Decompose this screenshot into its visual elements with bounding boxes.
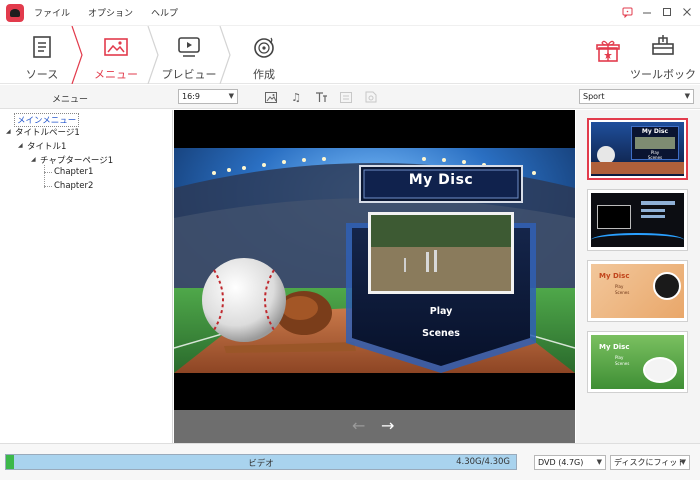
capacity-label: ビデオ (248, 459, 274, 469)
chevron-down-icon: ▼ (684, 92, 690, 100)
minimize-icon[interactable] (640, 5, 654, 19)
menu-panel-title: メニュー (52, 95, 89, 105)
template-photo (653, 272, 681, 300)
menu-tree: メインメニュー ◢ タイトルページ1 ◢ タイトル1 ◢ チャプターページ1 C… (0, 110, 173, 443)
template-line: Play (615, 284, 624, 289)
template-title: My Disc (599, 272, 630, 280)
disc-type-select[interactable]: DVD (4.7G) ▼ (534, 455, 606, 470)
menu-image-icon (104, 38, 128, 56)
disc-menu-play-button[interactable]: Play (364, 306, 518, 317)
step-menu-label: メニュー (94, 68, 138, 81)
title-bar: ファイル オプション ヘルプ (0, 0, 700, 26)
template-title: My Disc (641, 128, 669, 135)
tree-guide (44, 172, 52, 173)
template-ring (591, 233, 684, 247)
template-category-select[interactable]: Sport ▼ (579, 89, 694, 104)
template-thumb-3[interactable]: My Disc Play Scenes (587, 260, 688, 322)
next-page-arrow-icon[interactable]: → (381, 418, 394, 434)
step-create[interactable]: 作成 (228, 26, 300, 84)
template-category-value: Sport (583, 92, 605, 101)
template-bar (641, 201, 675, 205)
menu-preview: My Disc Play Scenes (174, 110, 575, 410)
gift-icon[interactable] (595, 38, 621, 64)
background-image-icon[interactable] (264, 90, 278, 104)
step-source-label: ソース (25, 68, 59, 81)
tree-item-chapter-page-1[interactable]: チャプターページ1 (40, 154, 113, 166)
template-bar (641, 215, 665, 218)
step-source[interactable]: ソース (6, 26, 78, 84)
template-video (597, 205, 631, 229)
disc-menu-scenes-button[interactable]: Scenes (364, 328, 518, 339)
template-preview: My Disc Play Scenes (591, 335, 684, 389)
template-list: My Disc Play Scenes My Disc Play Scenes … (576, 110, 700, 443)
template-thumb-2[interactable] (587, 189, 688, 251)
close-icon[interactable] (680, 5, 694, 19)
tree-guide (44, 165, 45, 188)
chevron-down-icon: ▼ (596, 458, 602, 466)
expand-triangle-icon[interactable]: ◢ (6, 128, 11, 135)
template-photo (643, 357, 677, 383)
comment-icon[interactable] (620, 5, 634, 19)
template-line: Scenes (615, 290, 630, 295)
aspect-ratio-select[interactable]: 16:9 ▼ (178, 89, 238, 104)
chevron-down-icon: ▼ (228, 92, 234, 100)
disc-capacity-bar: ビデオ 4.30G/4.30G (5, 454, 517, 470)
source-doc-icon (33, 36, 51, 58)
maximize-icon[interactable] (660, 5, 674, 19)
menu-help[interactable]: ヘルプ (151, 6, 178, 19)
step-preview[interactable]: プレビュー (153, 26, 225, 84)
template-bar (641, 209, 665, 212)
disc-menu-title[interactable]: My Disc (364, 172, 518, 188)
template-title: My Disc (599, 343, 630, 351)
tree-item-main-menu[interactable]: メインメニュー (14, 113, 80, 127)
toolbox-icon (652, 35, 674, 55)
window-controls (620, 5, 694, 19)
step-menu[interactable]: メニュー (80, 26, 152, 84)
layout-icon[interactable] (364, 90, 378, 104)
template-video (635, 137, 675, 149)
tree-item-chapter-1[interactable]: Chapter1 (54, 167, 93, 177)
fit-option-value: ディスクにフィット (614, 458, 686, 467)
preview-nav-bar: ← → (174, 410, 575, 443)
menu-options[interactable]: オプション (88, 6, 133, 19)
template-field (591, 162, 684, 174)
menu-file[interactable]: ファイル (34, 6, 70, 19)
template-thumb-1[interactable]: My Disc Play Scenes (587, 118, 688, 180)
tree-item-title-1[interactable]: タイトル1 (27, 140, 66, 152)
music-note-icon[interactable]: ♫ (289, 90, 303, 104)
status-bar: ビデオ 4.30G/4.30G DVD (4.7G) ▼ ディスクにフィット ▼ (0, 443, 700, 480)
fit-option-select[interactable]: ディスクにフィット ▼ (610, 455, 690, 470)
template-line: Scenes (615, 361, 630, 366)
burn-disc-icon (254, 37, 274, 58)
prev-page-arrow-icon[interactable]: ← (352, 418, 365, 434)
step-create-label: 作成 (253, 68, 275, 81)
text-icon[interactable] (314, 90, 328, 104)
template-preview: My Disc Play Scenes (591, 264, 684, 318)
sub-toolbar: メニュー 16:9 ▼ ♫ Sport ▼ (0, 85, 700, 109)
chapter-icon[interactable] (339, 90, 353, 104)
menu-bar: ファイル オプション ヘルプ (34, 6, 196, 19)
tree-item-chapter-2[interactable]: Chapter2 (54, 181, 93, 191)
template-preview (591, 193, 684, 247)
template-line: Play (615, 355, 624, 360)
disc-menu-stage: My Disc Play Scenes (174, 148, 575, 373)
tree-guide (44, 186, 52, 187)
chevron-down-icon: ▼ (680, 458, 686, 466)
toolbox-button[interactable]: ツールボックス (630, 26, 696, 97)
template-line: Scenes (647, 155, 663, 160)
template-preview: My Disc Play Scenes (591, 122, 684, 176)
disc-type-value: DVD (4.7G) (538, 458, 584, 467)
step-preview-label: プレビュー (161, 68, 217, 81)
expand-triangle-icon[interactable]: ◢ (18, 142, 23, 149)
app-logo-icon (6, 3, 24, 22)
capacity-used: 4.30G/4.30G (456, 457, 510, 467)
preview-play-icon (178, 37, 200, 57)
aspect-ratio-value: 16:9 (182, 92, 200, 101)
step-toolbar: ソース メニュー プレビュー 作成 ツールボック (0, 26, 700, 97)
tree-item-title-page-1[interactable]: タイトルページ1 (15, 126, 80, 138)
template-thumb-4[interactable]: My Disc Play Scenes (587, 331, 688, 393)
expand-triangle-icon[interactable]: ◢ (31, 156, 36, 163)
